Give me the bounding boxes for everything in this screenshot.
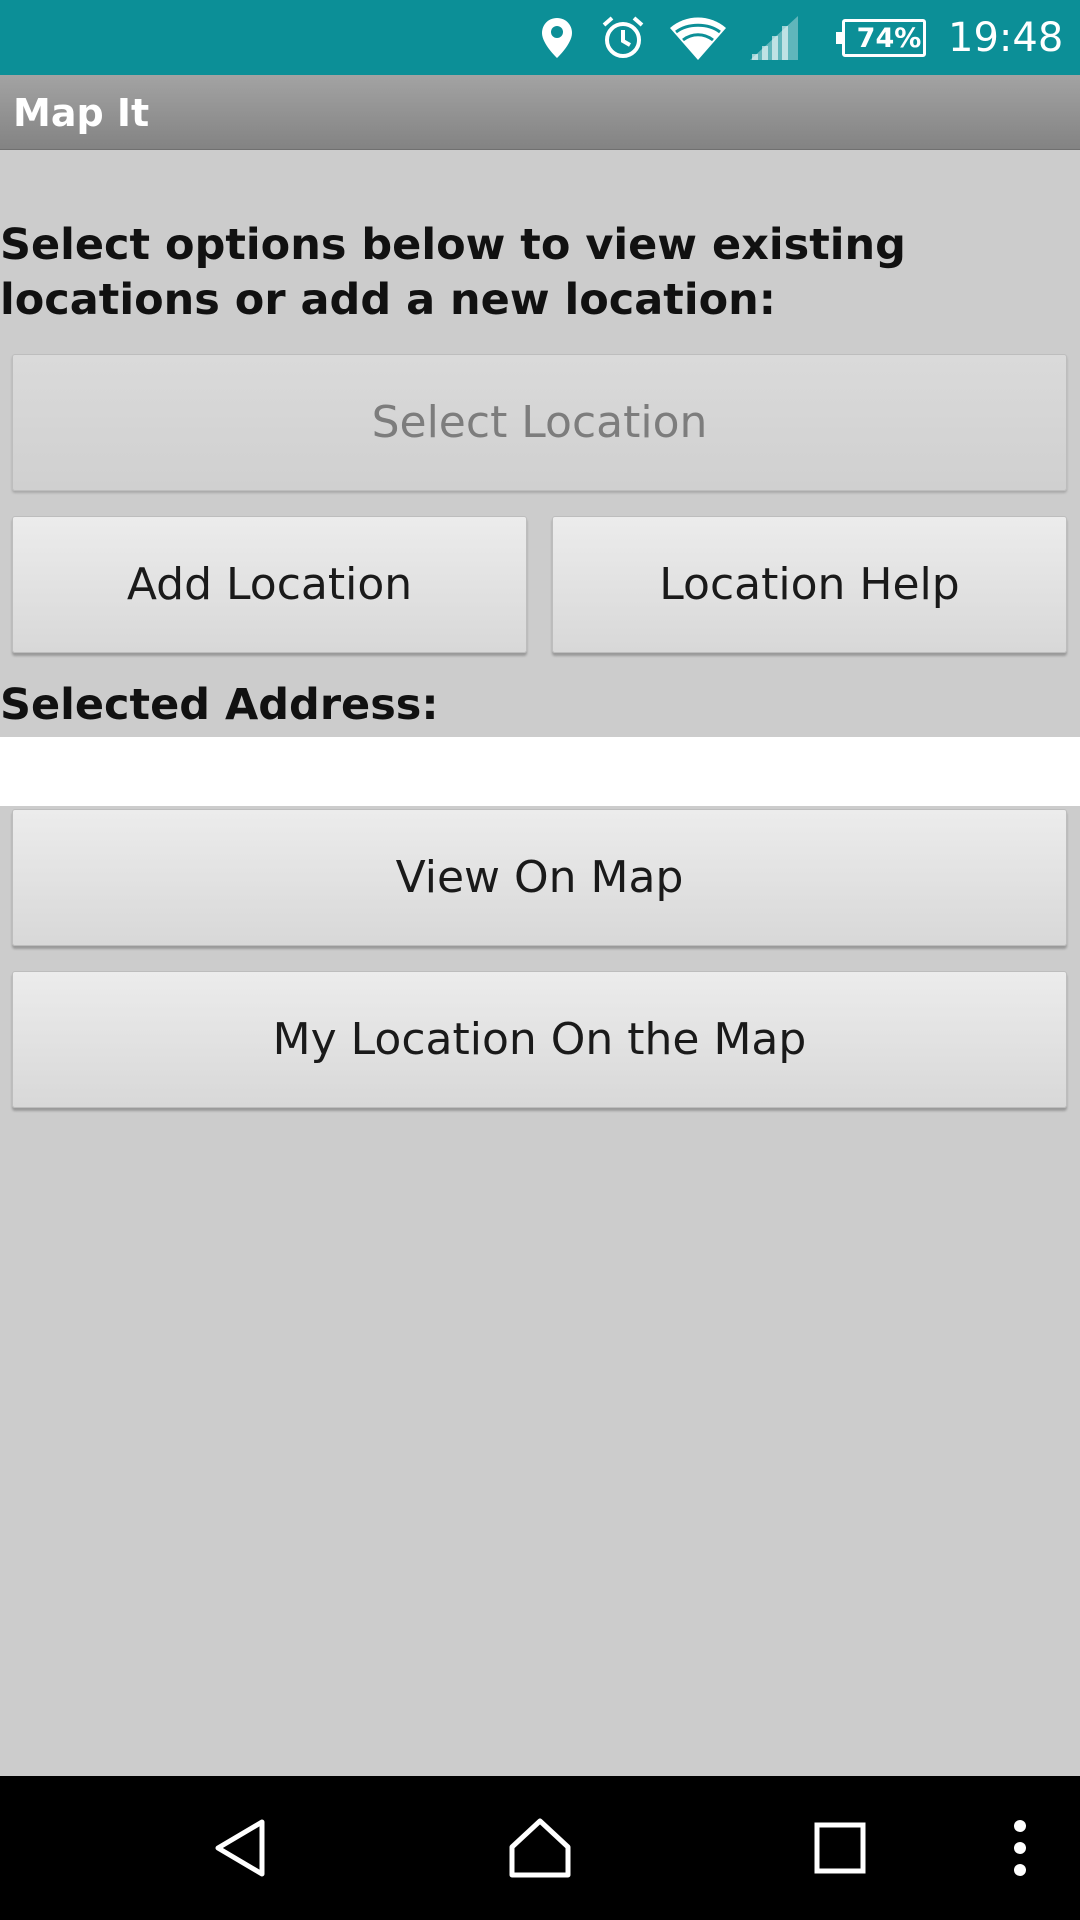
- cell-signal-icon: [748, 0, 800, 75]
- intro-text: Select options below to view existing lo…: [0, 220, 906, 325]
- add-location-label: Add Location: [126, 559, 413, 610]
- battery-percent: 74%: [856, 22, 922, 54]
- my-location-on-map-label: My Location On the Map: [272, 1014, 807, 1065]
- selected-address-field[interactable]: [0, 737, 1080, 806]
- add-location-button[interactable]: Add Location: [12, 516, 527, 653]
- home-icon[interactable]: [490, 1776, 590, 1920]
- view-on-map-label: View On Map: [395, 852, 684, 903]
- recent-apps-icon[interactable]: [790, 1776, 890, 1920]
- app-title-bar: Map It: [0, 75, 1080, 150]
- overflow-menu-icon[interactable]: [990, 1776, 1050, 1920]
- back-icon[interactable]: [190, 1776, 290, 1920]
- location-help-label: Location Help: [659, 559, 960, 610]
- selected-address-label: Selected Address:: [0, 680, 439, 730]
- wifi-icon: [668, 0, 728, 75]
- status-bar: 74% 19:48: [0, 0, 1080, 75]
- alarm-icon: [600, 0, 646, 75]
- location-pin-icon: [540, 0, 574, 75]
- status-clock: 19:48: [948, 14, 1064, 61]
- battery-icon: 74%: [836, 19, 926, 57]
- select-location-button[interactable]: Select Location: [12, 354, 1067, 491]
- view-on-map-button[interactable]: View On Map: [12, 809, 1067, 946]
- navigation-bar: [0, 1776, 1080, 1920]
- location-help-button[interactable]: Location Help: [552, 516, 1067, 653]
- app-title: Map It: [13, 90, 150, 135]
- select-location-label: Select Location: [371, 397, 708, 448]
- my-location-on-map-button[interactable]: My Location On the Map: [12, 971, 1067, 1108]
